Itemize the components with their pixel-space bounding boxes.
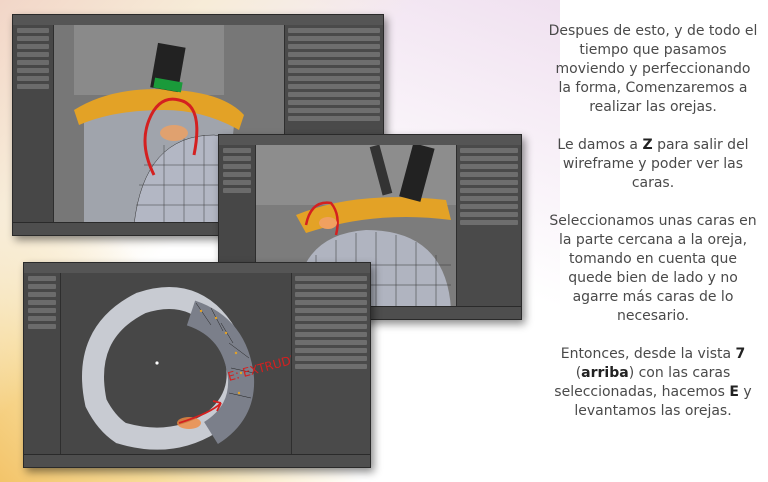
paragraph-2: Le damos a Z para salir del wireframe y …	[557, 137, 749, 191]
viewport-render: E: EXTRUDE	[61, 273, 291, 455]
word-arriba: arriba	[581, 365, 629, 381]
blender-screenshot-3: E: EXTRUDE	[23, 262, 371, 468]
key-e: E	[729, 384, 739, 400]
instructions: Despues de esto, y de todo el tiempo que…	[548, 22, 758, 440]
timeline-bar	[24, 454, 370, 467]
properties-panel	[291, 273, 370, 455]
3d-viewport: E: EXTRUDE	[61, 273, 291, 455]
key-z: Z	[642, 137, 653, 153]
key-7: 7	[735, 346, 746, 362]
paragraph-4: Entonces, desde la vista 7 (arriba) con …	[554, 346, 752, 419]
paragraph-3: Seleccionamos unas caras en la parte cer…	[549, 213, 757, 324]
paragraph-1: Despues de esto, y de todo el tiempo que…	[548, 23, 758, 115]
tool-shelf	[24, 273, 61, 455]
properties-panel	[456, 145, 521, 309]
tool-shelf	[13, 25, 54, 223]
